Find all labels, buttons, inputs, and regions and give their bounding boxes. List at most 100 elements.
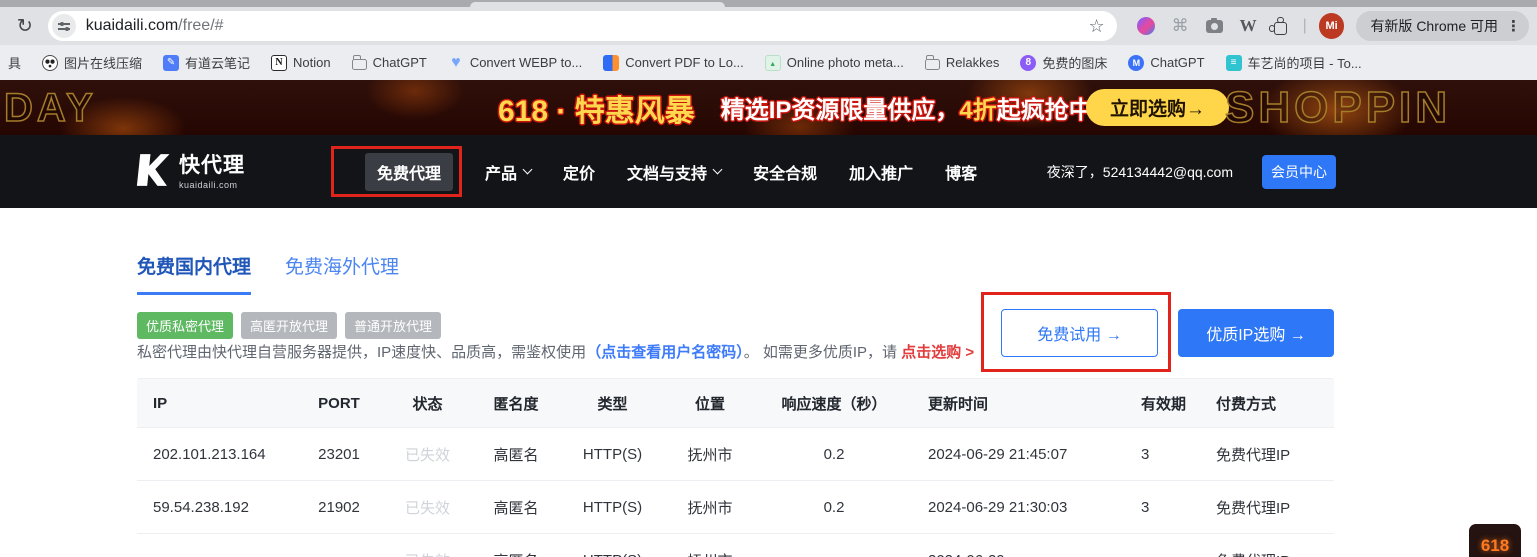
cell-ip: 59.54.238.192 [137,499,294,516]
extension-icons: ⌘ W [1137,16,1287,36]
bookmark-item[interactable]: 有道云笔记 [163,53,250,72]
cell-status: 已失效 [384,497,471,518]
browser-tab-strip [0,0,1537,7]
folder-icon [925,59,940,70]
proxy-type-tags: 优质私密代理 高匿开放代理 普通开放代理 [137,312,441,339]
col-header-status: 状态 [384,393,471,414]
cell-updated: 2024-06-29 21:30:03 [912,499,1125,516]
command-extension-icon[interactable]: ⌘ [1172,16,1189,36]
tag-high-anonymous-open-proxy[interactable]: 高匿开放代理 [241,312,337,339]
banner-text: 618 · 特惠风暴 精选IP资源限量供应，4折起疯抢中! [498,80,1101,135]
tab-domestic-free-proxy[interactable]: 免费国内代理 [137,252,251,295]
col-header-ip: IP [137,395,294,412]
site-settings-icon[interactable] [52,14,76,38]
table-row: 59.54.238.192 21902 已失效 高匿名 HTTP(S) 抚州市 … [137,481,1334,534]
bookmark-label: ChatGPT [373,55,427,70]
bookmark-star-icon[interactable]: ☆ [1088,16,1104,37]
bookmark-item[interactable]: Notion [271,55,331,71]
chatgpt-icon [1128,55,1144,71]
nav-item-docs-support[interactable]: 文档与支持 [627,160,721,184]
tag-normal-open-proxy[interactable]: 普通开放代理 [345,312,441,339]
free-trial-button[interactable]: 免费试用 → [1001,309,1158,357]
nav-item-free-proxy[interactable]: 免费代理 [365,153,453,191]
cell-location: 抚州市 [664,550,756,557]
bookmark-item[interactable]: Convert WEBP to... [448,55,582,71]
bookmark-label: Convert PDF to Lo... [625,55,744,70]
cell-ip: 202.101.213.164 [137,446,294,463]
camera-extension-icon[interactable] [1206,20,1223,33]
view-credentials-link[interactable]: （点击查看用户名密码） [586,344,744,361]
bookmark-label: 图片在线压缩 [64,53,142,72]
account-greeting[interactable]: 夜深了，524134442@qq.com [1047,135,1233,208]
chrome-update-button[interactable]: 有新版 Chrome 可用 ⋮ [1356,11,1529,41]
nav-item-products[interactable]: 产品 [485,160,531,184]
bookmark-label: Relakkes [946,55,999,70]
cell-type: HTTP(S) [561,552,664,557]
bookmark-item[interactable]: 车艺尚的项目 - To... [1226,53,1362,72]
bookmark-item[interactable]: 具 [8,53,21,72]
extensions-puzzle-icon[interactable] [1274,22,1287,35]
brain-extension-icon[interactable] [1137,17,1155,35]
bookmark-item[interactable]: ChatGPT [1128,55,1204,71]
photo-icon [765,55,781,71]
bookmark-item[interactable]: 图片在线压缩 [42,53,142,72]
pdf-converter-icon [603,55,619,71]
proxy-tabs: 免费国内代理 免费海外代理 [137,252,399,295]
click-to-buy-link[interactable]: 点击选购 > [901,344,974,361]
bookmarks-bar: 具 图片在线压缩 有道云笔记 Notion ChatGPT Convert WE… [0,45,1537,80]
col-header-updated: 更新时间 [912,393,1125,414]
banner-subtitle: 精选IP资源限量供应，4折起疯抢中! [721,90,1101,125]
bookmark-label: 有道云笔记 [185,53,250,72]
teal-list-icon [1226,55,1242,71]
logo-subtitle: kuaidaili.com [179,180,245,190]
url-text: kuaidaili.com/free/# [86,17,224,35]
nav-menu: 免费代理 产品 定价 文档与支持 安全合规 加入推广 博客 [365,135,977,208]
address-bar[interactable]: kuaidaili.com/free/# ☆ [48,11,1117,41]
cell-payment: 免费代理IP [1200,497,1334,518]
floating-618-badge[interactable]: 618 [1469,524,1521,557]
tab-overseas-free-proxy[interactable]: 免费海外代理 [285,252,399,295]
bookmark-label: Notion [293,55,331,70]
nav-item-label: 文档与支持 [627,160,707,184]
banner-buy-now-button[interactable]: 立即选购→ [1086,89,1229,126]
cell-updated: 2024-06-29 [912,552,1125,557]
profile-avatar[interactable]: Mi [1319,13,1345,39]
nav-item-label: 免费代理 [377,160,441,184]
bookmark-item[interactable]: Online photo meta... [765,55,904,71]
member-center-button[interactable]: 会员中心 [1262,155,1336,189]
proxy-description: 私密代理由快代理自营服务器提供，IP速度快、品质高，需鉴权使用（点击查看用户名密… [137,341,974,362]
cell-speed: 0.2 [756,499,912,516]
cell-port: 21902 [294,499,384,516]
col-header-speed: 响应速度（秒） [756,393,912,414]
banner-subtitle-prefix: 精选IP资源限量供应， [721,97,960,124]
page-content: 免费国内代理 免费海外代理 优质私密代理 高匿开放代理 普通开放代理 私密代理由… [0,208,1537,557]
bookmark-item[interactable]: 免费的图床 [1020,53,1107,72]
cell-payment: 免费代理IP [1200,444,1334,465]
nav-item-compliance[interactable]: 安全合规 [753,160,817,184]
kuaidaili-logo[interactable]: 快代理 kuaidaili.com [133,149,245,190]
cell-updated: 2024-06-29 21:45:07 [912,446,1125,463]
tag-premium-private-proxy[interactable]: 优质私密代理 [137,312,233,339]
wikipedia-extension-icon[interactable]: W [1240,16,1257,36]
youdao-icon [163,55,179,71]
bookmark-label: Convert WEBP to... [470,55,582,70]
notion-icon [271,55,287,71]
premium-ip-buy-button[interactable]: 优质IP选购 → [1178,309,1334,357]
browser-menu-icon[interactable]: ⋮ [1506,17,1521,35]
nav-item-affiliate[interactable]: 加入推广 [849,160,913,184]
browser-toolbar: ↻ kuaidaili.com/free/# ☆ ⌘ W | Mi 有新版 Ch… [0,7,1537,45]
nav-item-label: 安全合规 [753,160,817,184]
cell-status: 已失效 [384,550,471,557]
cell-anonymity: 高匿名 [471,444,561,465]
bookmark-folder[interactable]: ChatGPT [352,55,427,70]
logo-k-icon [131,151,173,189]
nav-item-label: 博客 [945,160,977,184]
col-header-payment: 付费方式 [1200,393,1334,414]
bookmark-folder[interactable]: Relakkes [925,55,999,70]
reload-icon[interactable]: ↻ [12,15,38,38]
bookmark-item[interactable]: Convert PDF to Lo... [603,55,744,71]
nav-item-pricing[interactable]: 定价 [563,160,595,184]
cell-speed: 0.2 [756,446,912,463]
col-header-type: 类型 [561,393,664,414]
nav-item-blog[interactable]: 博客 [945,160,977,184]
